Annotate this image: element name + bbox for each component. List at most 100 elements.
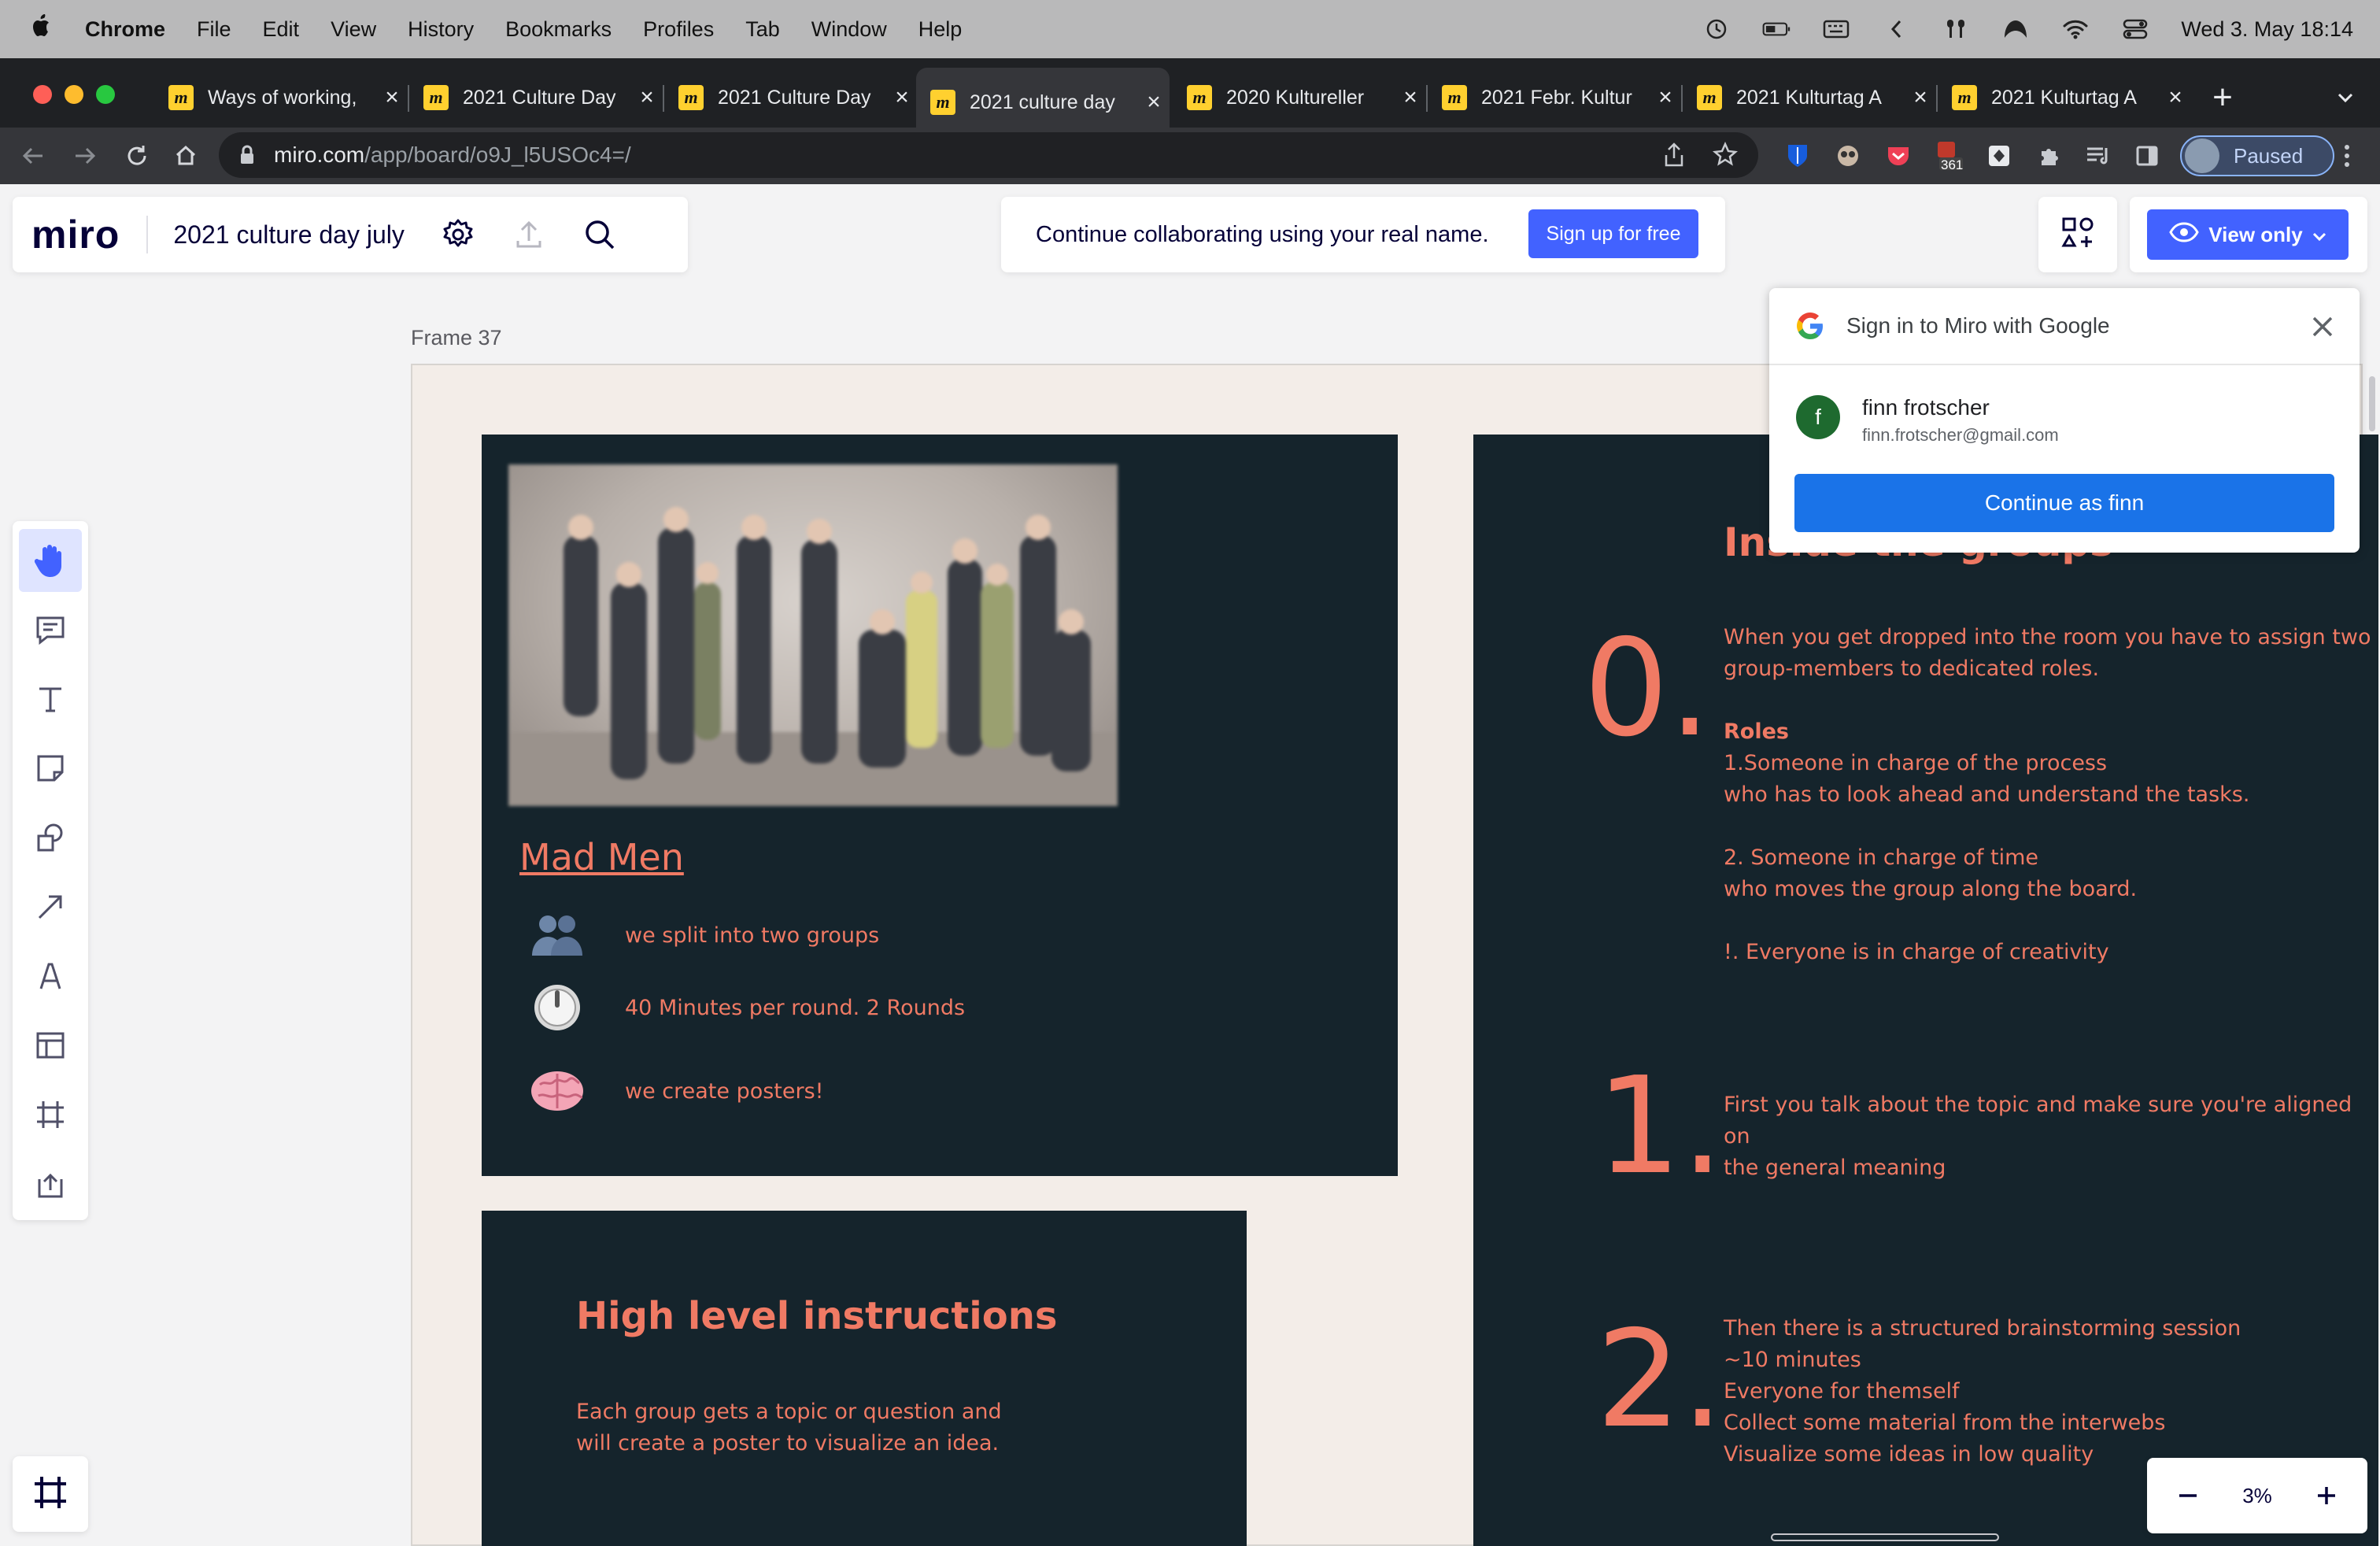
zoom-out-minus-icon[interactable]	[2166, 1474, 2210, 1518]
control-center-icon[interactable]	[2121, 17, 2149, 41]
back-arrow-icon[interactable]	[11, 134, 55, 178]
screenshot-extension-icon[interactable]	[1983, 140, 2015, 172]
menu-window[interactable]: Window	[811, 17, 887, 42]
browser-menu-icon[interactable]	[2331, 140, 2363, 172]
frames-panel-button[interactable]	[13, 1456, 88, 1532]
upload-icon[interactable]	[507, 213, 551, 257]
miro-logo[interactable]: miro	[31, 212, 120, 257]
instructions-panel[interactable]	[482, 1211, 1247, 1546]
lock-icon[interactable]	[239, 145, 255, 171]
miro-favicon-icon: m	[930, 90, 955, 115]
forward-arrow-icon[interactable]	[63, 134, 107, 178]
share-icon[interactable]	[1662, 142, 1686, 174]
board-title[interactable]: 2021 culture day july	[173, 220, 405, 250]
view-only-button[interactable]: View only	[2147, 209, 2349, 260]
window-close-button[interactable]	[33, 85, 52, 104]
menu-edit[interactable]: Edit	[263, 17, 300, 42]
menu-view[interactable]: View	[331, 17, 376, 42]
keyboard-icon[interactable]	[1822, 17, 1850, 41]
mad-men-link[interactable]: Mad Men	[519, 836, 684, 878]
mad-men-photo[interactable]	[508, 464, 1118, 806]
account-name[interactable]: finn frotscher	[1862, 395, 1990, 420]
sticky-note-tool-icon[interactable]	[19, 737, 82, 800]
miro-favicon-icon: m	[1952, 85, 1977, 110]
upload-tool-icon[interactable]	[19, 1152, 82, 1215]
account-email[interactable]: finn.frotscher@gmail.com	[1862, 425, 2059, 446]
window-zoom-button[interactable]	[96, 85, 115, 104]
browser-tab[interactable]: m 2021 Kulturtag A ×	[1683, 68, 1936, 128]
tab-close-icon[interactable]: ×	[886, 84, 918, 111]
tab-close-icon[interactable]: ×	[376, 84, 408, 111]
text-tool-icon[interactable]	[19, 668, 82, 730]
browser-tab-active[interactable]: m 2021 culture day ×	[916, 68, 1170, 137]
pocket-extension-icon[interactable]	[1883, 140, 1914, 172]
menu-app-name[interactable]: Chrome	[85, 17, 165, 42]
pen-tool-icon[interactable]	[19, 945, 82, 1008]
tab-close-icon[interactable]: ×	[631, 84, 663, 111]
home-icon[interactable]	[164, 134, 208, 178]
browser-tab[interactable]: m 2021 Febr. Kultur ×	[1428, 68, 1681, 128]
browser-tab[interactable]: m 2021 Culture Day ×	[664, 68, 918, 128]
browser-tab[interactable]: m Ways of working, ×	[154, 68, 408, 128]
vpn-icon[interactable]	[2001, 17, 2030, 41]
window-minimize-button[interactable]	[65, 85, 83, 104]
chevron-left-icon[interactable]	[1882, 17, 1910, 41]
frame-label[interactable]: Frame 37	[411, 326, 502, 350]
comment-tool-icon[interactable]	[19, 598, 82, 661]
profile-button[interactable]: Paused	[2180, 135, 2334, 176]
address-bar[interactable]: miro.com/app/board/o9J_l5USOc4=/	[219, 132, 1758, 178]
apple-menu-icon[interactable]	[30, 13, 58, 46]
tab-close-icon[interactable]: ×	[2160, 84, 2191, 111]
bookmark-star-icon[interactable]	[1713, 141, 1738, 172]
step-text: Then there is a structured brainstorming…	[1724, 1313, 2377, 1470]
tab-close-icon[interactable]: ×	[1905, 84, 1936, 111]
reload-icon[interactable]	[115, 134, 159, 178]
airpods-icon[interactable]	[1942, 17, 1970, 41]
wifi-icon[interactable]	[2061, 17, 2090, 41]
tab-close-icon[interactable]: ×	[1395, 84, 1426, 111]
menu-profiles[interactable]: Profiles	[643, 17, 714, 42]
new-tab-plus-icon[interactable]: +	[2204, 77, 2241, 118]
time-machine-icon[interactable]	[1702, 17, 1731, 41]
side-panel-icon[interactable]	[2131, 140, 2163, 172]
shapes-tool-icon[interactable]	[19, 806, 82, 869]
battery-icon[interactable]	[1762, 17, 1791, 41]
step-line: the general meaning	[1724, 1156, 1946, 1180]
reading-list-icon[interactable]	[2082, 140, 2114, 172]
close-icon[interactable]	[2308, 312, 2338, 342]
account-avatar[interactable]: f	[1796, 395, 1840, 439]
extensions-puzzle-icon[interactable]	[2034, 140, 2065, 172]
search-icon[interactable]	[578, 213, 622, 257]
two-people-icon	[529, 907, 586, 963]
horizontal-scrollbar[interactable]	[1771, 1533, 1999, 1541]
step-number: 1.	[1596, 1049, 1724, 1204]
vertical-scrollbar[interactable]	[2369, 376, 2375, 431]
tab-close-icon[interactable]: ×	[1650, 84, 1681, 111]
google-signin-popup: Sign in to Miro with Google f finn frots…	[1769, 288, 2360, 553]
apps-button[interactable]	[2038, 197, 2117, 272]
menubar-clock[interactable]: Wed 3. May 18:14	[2181, 17, 2353, 42]
browser-tab[interactable]: m 2021 Kulturtag A ×	[1938, 68, 2191, 128]
browser-tab[interactable]: m 2021 Culture Day ×	[409, 68, 663, 128]
frame-tool-icon[interactable]	[19, 1083, 82, 1146]
zoom-in-plus-icon[interactable]	[2304, 1474, 2349, 1518]
bitwarden-extension-icon[interactable]	[1782, 140, 1813, 172]
arrow-tool-icon[interactable]	[19, 875, 82, 938]
counter-extension-icon[interactable]: 361	[1933, 140, 1964, 172]
privacy-extension-icon[interactable]	[1832, 140, 1864, 172]
menu-history[interactable]: History	[408, 17, 474, 42]
zoom-level[interactable]: 3%	[2242, 1484, 2272, 1508]
miro-favicon-icon: m	[168, 85, 194, 110]
menu-bookmarks[interactable]: Bookmarks	[505, 17, 612, 42]
menu-help[interactable]: Help	[918, 17, 963, 42]
continue-as-button[interactable]: Continue as finn	[1794, 474, 2334, 532]
settings-gear-icon[interactable]	[436, 213, 480, 257]
menu-tab[interactable]: Tab	[745, 17, 780, 42]
browser-tab[interactable]: m 2020 Kultureller ×	[1173, 68, 1426, 128]
menu-file[interactable]: File	[197, 17, 231, 42]
tab-search-chevron-icon[interactable]	[2330, 82, 2361, 113]
tab-close-icon[interactable]: ×	[1138, 89, 1170, 116]
signup-button[interactable]: Sign up for free	[1528, 209, 1698, 258]
templates-tool-icon[interactable]	[19, 1014, 82, 1077]
hand-tool-icon[interactable]	[19, 529, 82, 592]
